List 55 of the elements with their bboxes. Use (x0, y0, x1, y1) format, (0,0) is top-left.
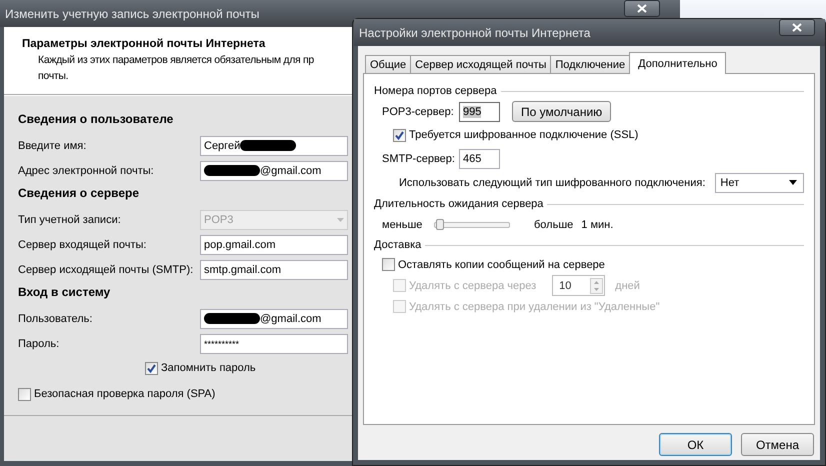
section-title: Сведения о пользователе (18, 111, 174, 128)
close-icon (637, 4, 647, 13)
slider-label: меньше (382, 218, 424, 230)
port-field[interactable]: 995 (459, 102, 500, 122)
tab[interactable]: Подключение (550, 55, 630, 74)
dialog-title: Настройки электронной почты Интернета (359, 26, 590, 40)
dialog-button[interactable]: Отмена (741, 433, 814, 456)
spa-checkbox[interactable]: Безопасная проверка пароля (SPA) (18, 382, 216, 406)
field-label: Сервер исходящей почты (SMTP): (18, 264, 194, 276)
input-field[interactable]: smtp.gmail.com (200, 260, 348, 280)
field-label: Введите имя: (18, 140, 88, 152)
group-title: Доставка (374, 239, 422, 251)
field-label: Пользователь: (18, 312, 94, 324)
slider-label: больше (534, 218, 574, 230)
heading: Параметры электронной почты Интернета (22, 38, 266, 50)
checkmark-icon (395, 130, 404, 140)
input-field[interactable]: Сергей (200, 136, 348, 156)
input-field[interactable]: @gmail.com (200, 160, 348, 180)
remember-password-checkbox[interactable]: Запомнить пароль (145, 356, 256, 380)
field-label: Тип учетной записи: (18, 214, 122, 226)
days-unit: дней (615, 280, 640, 292)
input-field[interactable]: ********** (200, 334, 348, 354)
section-title: Вход в систему (18, 284, 110, 301)
field-label: SMTP-сервер: (382, 152, 456, 164)
timeout-slider[interactable] (434, 222, 510, 228)
checkmark-icon (147, 364, 156, 372)
close-button[interactable] (779, 19, 815, 36)
encryption-select[interactable]: Нет (715, 172, 804, 192)
section-title: Сведения о сервере (18, 185, 140, 202)
field-label: Адрес электронной почты: (18, 164, 155, 176)
dialog-button[interactable]: ОК (659, 433, 732, 456)
dropdown-arrow-icon (337, 218, 344, 222)
field-label: Пароль: (18, 338, 60, 350)
group-title: Номера портов сервера (374, 85, 497, 97)
tab[interactable]: Сервер исходящей почты (410, 55, 552, 74)
window-title: Изменить учетную запись электронной почты (5, 6, 260, 20)
close-icon (792, 23, 802, 32)
timeout-value: 1 мин. (581, 218, 614, 230)
ssl-checkbox[interactable]: Требуется шифрованное подключение (SSL) (393, 123, 804, 147)
group-title: Длительность ожидания сервера (374, 198, 544, 210)
input-field[interactable]: @gmail.com (200, 308, 348, 328)
tab[interactable]: Дополнительно (629, 52, 726, 74)
dropdown-arrow-icon (789, 180, 797, 185)
port-field[interactable]: 465 (459, 148, 500, 168)
close-button[interactable] (624, 0, 660, 17)
description: почты. (38, 69, 68, 84)
field-label: POP3-сервер: (382, 106, 455, 118)
default-button[interactable]: По умолчанию (512, 101, 612, 122)
leave-copies-checkbox[interactable]: Оставлять копии сообщений на сервере (382, 252, 605, 276)
spinner-arrows-icon (590, 278, 604, 294)
field-label: Использовать следующий тип шифрованного подключения: (399, 176, 706, 188)
description: Каждый из этих параметров является обязательным для пр (38, 53, 314, 68)
tab[interactable]: Общие (365, 55, 412, 74)
input-field[interactable]: pop.gmail.com (200, 234, 348, 254)
field-label: Сервер входящей почты: (18, 238, 148, 250)
